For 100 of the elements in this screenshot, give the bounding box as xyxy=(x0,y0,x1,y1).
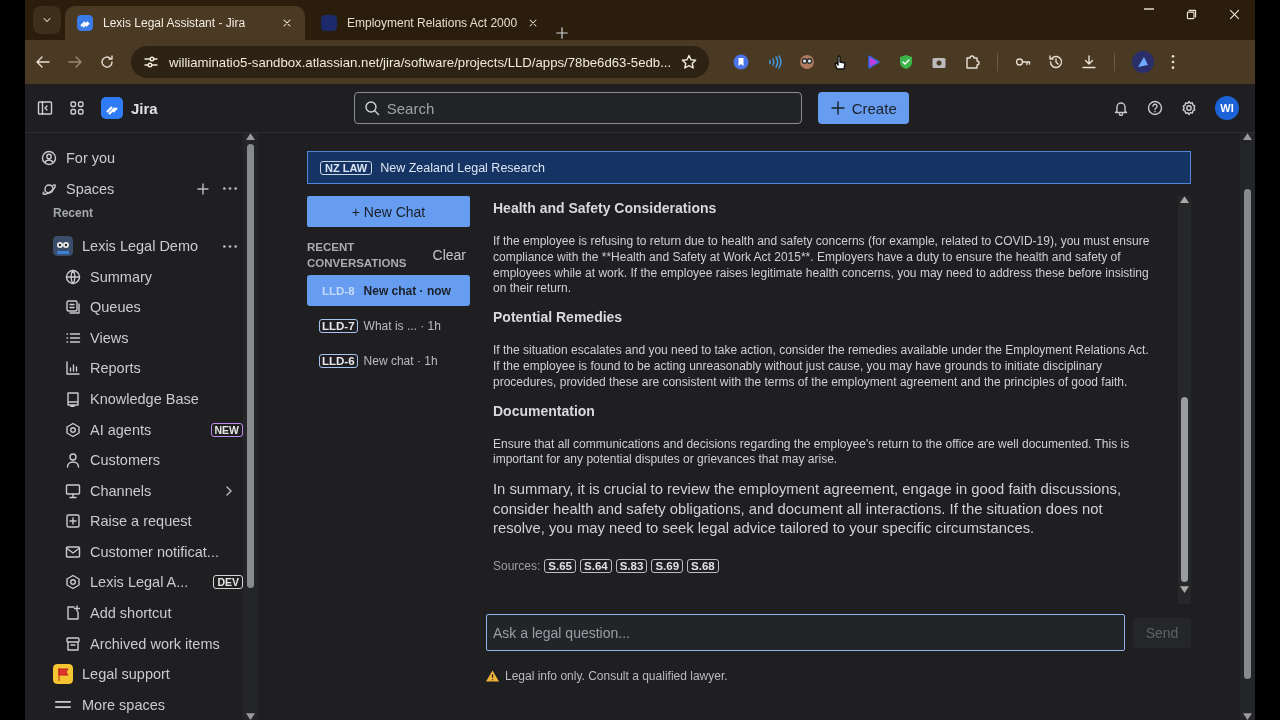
sidebar-item[interactable]: Add shortcut xyxy=(41,597,243,629)
glasses-face-icon xyxy=(799,54,816,70)
sidebar-item[interactable]: Queues xyxy=(41,291,243,323)
answer-paragraph: If the employee is refusing to return due to health and safety concerns (for example, related to COVID-19), you must ensure compliance with the **Health and Safety at Work Act 2015**. Employers have a duty to ensure the health and safety of employees while at work. If the employee raises legitimate health concerns, you may need to address these before insisting on their return. xyxy=(493,234,1151,298)
sidebar-item[interactable]: Lexis Legal Demo xyxy=(41,230,243,262)
conversation-title: What is ... · 1h xyxy=(363,318,441,333)
sidebar-item[interactable]: Customer notificat... xyxy=(41,536,243,568)
tab-favicon-icon xyxy=(77,15,93,31)
hexagon-icon xyxy=(65,574,81,591)
minimize-icon[interactable] xyxy=(1143,7,1155,10)
scroll-down-icon[interactable] xyxy=(1243,713,1252,720)
conversation-item[interactable]: LLD-7 What is ... · 1h xyxy=(307,310,470,341)
person-circle-icon xyxy=(41,150,57,167)
scrollbar[interactable] xyxy=(243,133,258,720)
source-link[interactable]: S.68 xyxy=(687,558,719,573)
sidebar-item[interactable]: Views xyxy=(41,322,243,354)
create-button[interactable]: Create xyxy=(817,92,909,124)
close-icon xyxy=(1228,7,1241,21)
source-link[interactable]: S.65 xyxy=(544,558,577,573)
forward-icon xyxy=(67,54,83,70)
section-label: Recent xyxy=(52,205,94,223)
menu-icon xyxy=(53,701,73,709)
search-icon xyxy=(363,100,380,116)
hexagon-icon xyxy=(65,421,81,438)
jira-logo-icon xyxy=(101,97,123,119)
app-grid-icon xyxy=(69,100,85,116)
play-icon xyxy=(865,54,882,70)
source-link[interactable]: S.64 xyxy=(580,558,612,573)
close-icon xyxy=(281,17,293,29)
address-bar[interactable]: williaminatio5-sandbox.atlassian.net/jira/software/projects/LLD/apps/78be6d63-5edb... xyxy=(131,46,710,78)
section-label: RECENT CONVERSATIONS xyxy=(307,240,408,271)
sidebar-item[interactable]: Raise a request xyxy=(41,506,243,537)
sidebar-item[interactable]: Lexis Legal A... DEV xyxy=(41,567,243,598)
sidebar-item[interactable]: Legal support xyxy=(41,658,243,690)
scrollbar[interactable] xyxy=(1178,196,1191,604)
site-settings-icon xyxy=(143,54,159,70)
profile-avatar-icon[interactable] xyxy=(1132,51,1155,73)
add-shortcut-icon xyxy=(65,605,81,622)
scroll-up-icon[interactable] xyxy=(1243,133,1252,140)
archive-icon xyxy=(65,635,81,652)
sidebar-item[interactable]: Channels xyxy=(41,475,243,506)
plus-icon xyxy=(195,180,211,197)
shield-check-icon xyxy=(898,54,915,70)
sidebar-item[interactable]: Summary xyxy=(41,261,243,292)
user-avatar[interactable]: WI xyxy=(1215,96,1239,120)
answer-paragraph: Ensure that all communications and decisions regarding the employee's return to the office are well documented. This is important for any potential disputes or grievances that may arise. xyxy=(493,436,1131,469)
person-icon xyxy=(65,452,81,469)
monitor-icon xyxy=(65,482,81,499)
conversation-item[interactable]: LLD-6 New chat · 1h xyxy=(307,345,470,376)
disclaimer-text: Legal info only. Consult a qualified lawyer. xyxy=(505,669,728,683)
plus-icon xyxy=(829,100,846,116)
browser-tab[interactable]: Lexis Legal Assistant - Jira xyxy=(65,6,305,40)
sidebar-item[interactable]: Spaces xyxy=(41,173,243,205)
answer-paragraph: If the situation escalates and you need to take action, consider the remedies available under the Employment Relations Act. If the employee is found to be acting unreasonably without just cause, you may have grounds to initiate disciplinary procedures, provided these are consistent with the terms of the employment agreement and the principles of good faith. xyxy=(493,343,1150,391)
scroll-thumb[interactable] xyxy=(1181,397,1188,582)
new-tab-icon xyxy=(555,26,570,40)
download-icon xyxy=(1081,54,1098,70)
flag-icon xyxy=(53,664,73,685)
scroll-thumb[interactable] xyxy=(1244,189,1251,679)
search-field[interactable]: Search xyxy=(353,92,802,124)
globe-icon xyxy=(65,268,81,285)
sidebar-item[interactable]: AI agents NEW xyxy=(41,414,243,445)
scroll-up-icon[interactable] xyxy=(1180,196,1189,203)
question-field[interactable]: Ask a legal question... xyxy=(486,614,1125,651)
summary-paragraph: In summary, it is crucial to review the employment agreement, engage in good faith discussions, consider health and safety obligations, and document all interactions. If the situation does not resolve, you may need to seek legal advice tailored to your specific circumstances. xyxy=(493,480,1123,539)
clear-button[interactable]: Clear xyxy=(428,247,470,263)
plus-square-icon xyxy=(65,513,81,530)
sidebar-item[interactable]: More spaces xyxy=(41,689,243,720)
issue-key: LLD-6 xyxy=(319,353,358,368)
scroll-down-icon[interactable] xyxy=(246,713,255,720)
banner-title: New Zealand Legal Research xyxy=(380,160,545,175)
signal-waves-icon xyxy=(766,54,783,70)
back-icon xyxy=(35,54,51,70)
tab-favicon-icon xyxy=(321,15,337,31)
scrollbar[interactable] xyxy=(1240,133,1255,720)
source-link[interactable]: S.83 xyxy=(615,558,648,573)
sidebar-item[interactable]: Reports xyxy=(41,353,243,384)
issue-key: LLD-7 xyxy=(319,318,358,333)
warning-icon xyxy=(486,670,499,682)
product-name: Jira xyxy=(131,99,158,117)
scroll-up-icon[interactable] xyxy=(246,133,255,140)
sidebar-item[interactable]: Archived work items xyxy=(41,628,243,659)
sidebar-item[interactable]: Customers xyxy=(41,444,243,476)
bar-chart-icon xyxy=(65,360,81,377)
reload-icon xyxy=(99,54,115,70)
more-icon[interactable] xyxy=(223,187,237,191)
more-icon[interactable] xyxy=(223,244,237,248)
source-link[interactable]: S.69 xyxy=(651,558,684,573)
browser-tab[interactable]: Employment Relations Act 2000 xyxy=(309,6,552,40)
sidebar-toggle-icon xyxy=(37,100,53,116)
help-icon xyxy=(1147,100,1163,116)
scroll-down-icon[interactable] xyxy=(1180,586,1189,593)
sidebar-item[interactable]: Knowledge Base xyxy=(41,383,243,415)
new-chat-button[interactable]: + New Chat xyxy=(307,196,470,227)
more-vertical-icon[interactable] xyxy=(1171,55,1176,69)
history-icon xyxy=(1048,54,1065,70)
conversation-item[interactable]: LLD-8 New chat · now xyxy=(307,275,470,306)
sidebar-item[interactable]: For you xyxy=(41,143,243,174)
conversation-title: New chat · 1h xyxy=(363,353,438,368)
scroll-thumb[interactable] xyxy=(247,144,254,588)
